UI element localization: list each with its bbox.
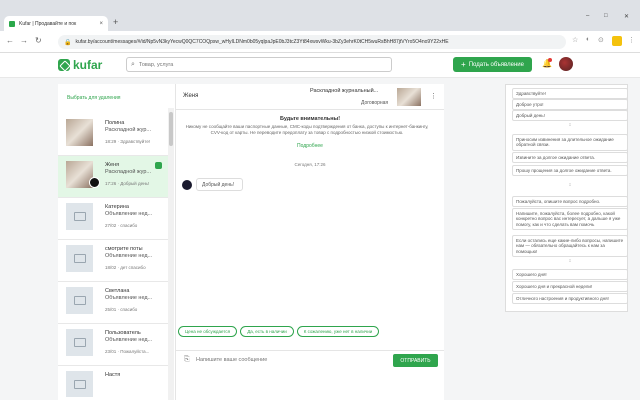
template-reply[interactable]: Приносим извинения за длительное ожидани… bbox=[512, 134, 628, 151]
conversation-item[interactable]: Настя bbox=[58, 366, 168, 400]
conversation-item-title: Раскладной жур... bbox=[105, 127, 152, 133]
conversation-item[interactable]: Полина Раскладной жур... 18:29 · Здравст… bbox=[58, 114, 168, 156]
select-for-delete-link[interactable]: Выбрать для удаления bbox=[67, 95, 120, 101]
url-field[interactable]: 🔒 kufar.by/account/messages/#/id/Np5vN3k… bbox=[58, 35, 566, 49]
conversation-last-message: 17:26 · Добрый день! bbox=[105, 181, 150, 186]
profile-extension-icon[interactable] bbox=[612, 36, 622, 46]
search-icon: ⌕ bbox=[131, 60, 135, 68]
template-reply[interactable]: Добрый день! bbox=[512, 110, 628, 122]
image-placeholder-icon bbox=[66, 245, 93, 272]
delete-icon[interactable] bbox=[155, 162, 162, 169]
user-avatar-small bbox=[89, 177, 100, 188]
back-icon[interactable]: ← bbox=[6, 36, 14, 45]
conversation-name: Пользователь bbox=[105, 330, 141, 336]
kufar-logo[interactable]: kufar bbox=[58, 58, 102, 72]
warning-text: Никому не сообщайте ваши паспортные данн… bbox=[185, 124, 429, 135]
search-input[interactable] bbox=[138, 61, 359, 68]
template-reply[interactable]: Здравствуйте! bbox=[512, 88, 628, 100]
conversation-name: Катерина bbox=[105, 204, 129, 210]
quick-reply-button[interactable]: Цена не обсуждается bbox=[178, 326, 237, 337]
logo-text: kufar bbox=[73, 58, 103, 72]
lock-icon: 🔒 bbox=[64, 39, 72, 46]
url-text: kufar.by/account/messages/#/id/Np5vN3kyY… bbox=[75, 39, 449, 45]
quick-reply-button[interactable]: Да, есть в наличии bbox=[240, 326, 294, 337]
send-button[interactable]: ОТПРАВИТЬ bbox=[393, 354, 438, 367]
conversation-last-message: 25/01 · спасибо bbox=[105, 307, 138, 312]
conversation-item[interactable]: Катерина Объявление нед... 27/02 · спаси… bbox=[58, 198, 168, 240]
star-icon[interactable]: ☆ bbox=[572, 36, 578, 44]
image-placeholder-icon bbox=[66, 371, 93, 397]
conversation-name: смотрите поты bbox=[105, 246, 143, 252]
warning-title: Будьте внимательны! bbox=[279, 116, 341, 122]
day-separator: Сегодня, 17:26 bbox=[294, 162, 326, 167]
conversation-item[interactable]: смотрите поты Объявление нед... 18/02 · … bbox=[58, 240, 168, 282]
conversation-item[interactable]: Пользователь Объявление нед... 23/01 · П… bbox=[58, 324, 168, 366]
extension-icon-2[interactable]: ⊙ bbox=[598, 36, 604, 44]
warning-more-link[interactable]: Подробнее bbox=[176, 143, 444, 149]
conversation-item-title: Раскладной жур... bbox=[105, 169, 152, 175]
template-reply[interactable]: Если остались еще какие-либо вопросы, на… bbox=[512, 235, 628, 258]
template-reply[interactable]: Хорошего дня! bbox=[512, 269, 628, 281]
template-reply[interactable]: Отличного настроения и продуктивного дня… bbox=[512, 293, 628, 305]
template-reply[interactable]: Извините за долгое ожидание ответа. bbox=[512, 152, 628, 164]
conversation-name: Полина bbox=[105, 120, 125, 126]
template-reply[interactable]: Напишите, пожалуйста, более подробно, ка… bbox=[512, 208, 628, 231]
message-bubble: Добрый день! bbox=[196, 178, 243, 191]
chat-partner-name: Женя bbox=[183, 93, 199, 99]
chat-item-price: Договорная bbox=[361, 100, 389, 106]
forward-icon[interactable]: → bbox=[20, 36, 28, 45]
kufar-favicon-icon bbox=[9, 20, 15, 27]
conversation-last-message: 27/02 · спасибо bbox=[105, 223, 138, 228]
tab-title: Kufar | Продавайте и пок bbox=[19, 20, 77, 27]
conversation-item-title: Объявление нед... bbox=[105, 295, 153, 301]
chat-item-title[interactable]: Раскладной журнальный... bbox=[310, 88, 378, 94]
conversation-name: Настя bbox=[105, 372, 121, 378]
conversation-last-message: 18/02 · дет спасибо bbox=[105, 265, 146, 270]
plus-icon: + bbox=[461, 60, 466, 69]
template-reply[interactable]: Прошу прощения за долгое ожидание ответа… bbox=[512, 165, 628, 177]
attach-icon[interactable]: ⎘ bbox=[184, 356, 190, 364]
search-box[interactable]: ⌕ bbox=[126, 57, 392, 72]
quick-reply-button[interactable]: К сожалению, уже нет в наличии bbox=[297, 326, 379, 337]
kufar-logo-icon bbox=[58, 59, 70, 71]
scrollbar-thumb[interactable] bbox=[169, 112, 173, 146]
conversation-last-message: 23/01 · Пожалуйста... bbox=[105, 349, 150, 354]
post-ad-label: Подать объявление bbox=[468, 61, 524, 68]
extension-icon[interactable]: ◐ bbox=[586, 36, 590, 43]
conversation-last-message: 18:29 · Здравствуйте! bbox=[105, 139, 151, 144]
reload-icon[interactable]: ↻ bbox=[35, 36, 42, 45]
template-reply[interactable]: Доброе утро! bbox=[512, 99, 628, 111]
image-placeholder-icon bbox=[66, 329, 93, 356]
template-reply[interactable]: Пожалуйста, опишите вопрос подробно. bbox=[512, 196, 628, 208]
message-input[interactable] bbox=[196, 354, 386, 366]
reorder-icon[interactable]: ↕ bbox=[512, 258, 628, 264]
sender-avatar bbox=[182, 180, 192, 190]
post-ad-button[interactable]: + Подать объявление bbox=[453, 57, 532, 72]
conversation-item[interactable]: Светлана Объявление нед... 25/01 · спаси… bbox=[58, 282, 168, 324]
browser-tab[interactable]: Kufar | Продавайте и пок × bbox=[4, 16, 108, 31]
conversation-item-title: Объявление нед... bbox=[105, 211, 153, 217]
tab-close-icon[interactable]: × bbox=[99, 21, 103, 27]
reorder-icon[interactable]: ↕ bbox=[512, 182, 628, 188]
conversation-item-title: Объявление нед... bbox=[105, 253, 153, 259]
conversation-name: Женя bbox=[105, 162, 120, 168]
minimize-button[interactable]: – bbox=[586, 13, 589, 19]
more-options-icon[interactable]: ⋮ bbox=[430, 92, 437, 100]
item-thumbnail bbox=[66, 119, 93, 146]
new-tab-button[interactable]: + bbox=[113, 17, 118, 27]
chat-item-thumbnail[interactable] bbox=[397, 88, 421, 106]
maximize-button[interactable]: □ bbox=[604, 13, 608, 19]
reorder-icon[interactable]: ↕ bbox=[512, 122, 628, 128]
image-placeholder-icon bbox=[66, 203, 93, 230]
template-reply[interactable]: Хорошего дня и прекрасной недели! bbox=[512, 281, 628, 293]
image-placeholder-icon bbox=[66, 287, 93, 314]
conversation-item-active[interactable]: Женя Раскладной жур... 17:26 · Добрый де… bbox=[58, 156, 168, 198]
browser-menu-icon[interactable]: ⋮ bbox=[628, 36, 635, 44]
user-avatar[interactable] bbox=[559, 57, 573, 71]
conversation-name: Светлана bbox=[105, 288, 130, 294]
close-window-button[interactable]: ✕ bbox=[624, 13, 629, 20]
conversation-item-title: Объявление нед... bbox=[105, 337, 153, 343]
notification-dot bbox=[548, 58, 552, 62]
conversation-scrollbar[interactable] bbox=[168, 108, 174, 400]
